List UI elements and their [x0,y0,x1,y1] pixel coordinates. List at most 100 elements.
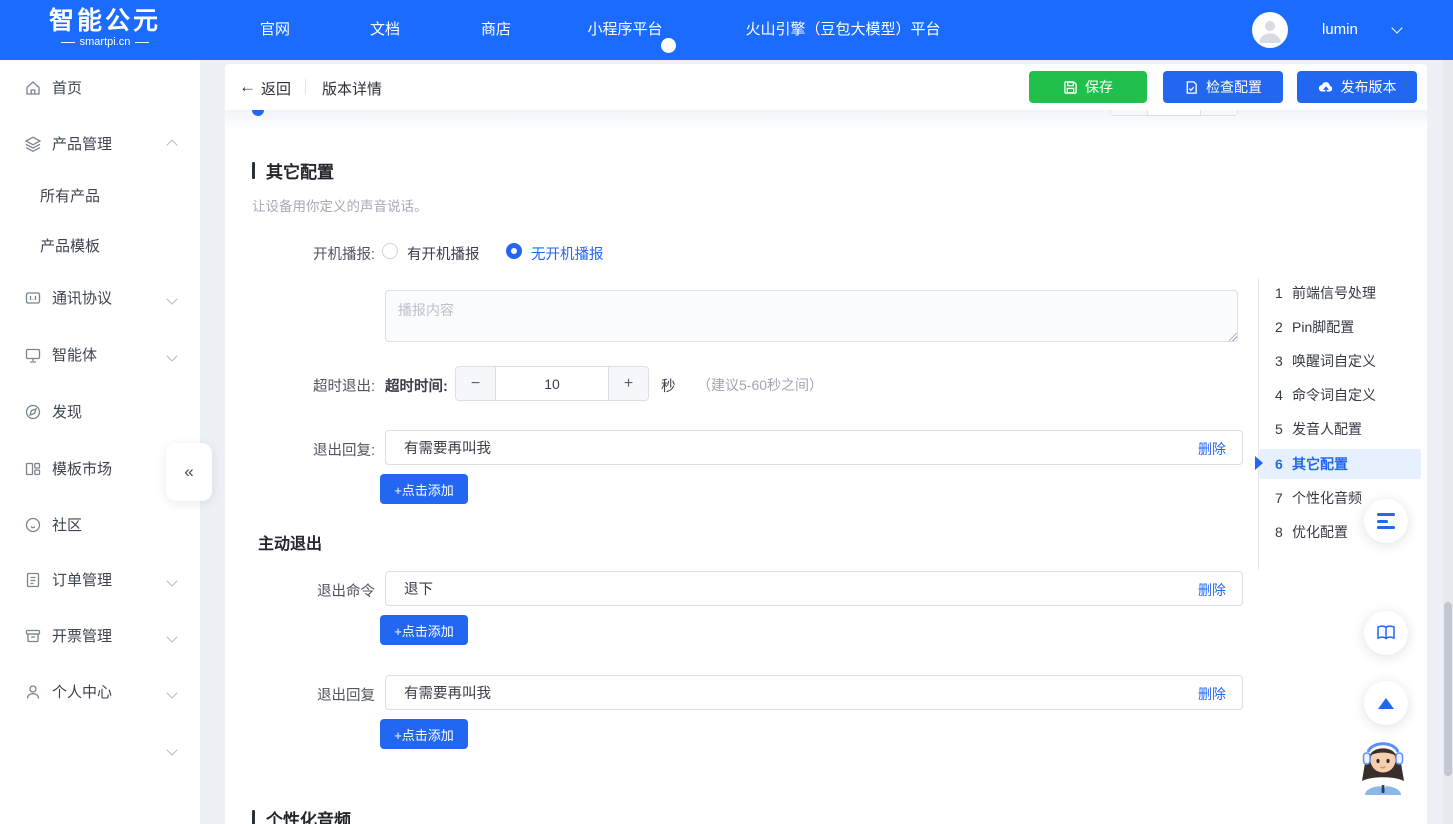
broadcast-content-textarea[interactable] [385,290,1238,342]
exit-reply-add-button[interactable]: +点击添加 [380,474,468,504]
anchor-label: 优化配置 [1292,517,1348,547]
exit-command-add-button[interactable]: +点击添加 [380,615,468,645]
chevron-down-icon[interactable] [166,744,177,755]
nav-link-miniprogram[interactable]: 小程序平台 [587,0,662,60]
chevron-down-icon[interactable] [166,293,177,304]
back-to-top-fab[interactable] [1364,681,1408,725]
list-lines-icon [1377,513,1395,529]
chevron-down-icon[interactable] [166,631,177,642]
section-bar [252,810,255,824]
back-arrow-icon[interactable]: ← [239,77,256,97]
document-check-icon [1184,80,1199,95]
indicator-dot [661,38,676,53]
chevron-up-icon[interactable] [166,139,177,150]
anchor-num: 8 [1275,517,1283,547]
compass-icon [24,403,42,421]
active-exit-reply-input[interactable] [386,676,1176,709]
exit-command-input[interactable] [386,572,1176,605]
sidebar-item-all-products[interactable]: 所有产品 [0,185,200,209]
user-avatar[interactable] [1252,12,1288,48]
nav-link-docs[interactable]: 文档 [370,0,400,60]
boot-broadcast-label: 开机播报: [225,243,375,264]
timeout-stepper: − 10 + [455,366,649,401]
radio-no-boot-broadcast[interactable] [506,243,522,259]
check-config-button[interactable]: 检查配置 [1163,71,1283,103]
sidebar-item-product-management[interactable]: 产品管理 [0,133,200,157]
anchor-item-other-config-active[interactable]: 6 其它配置 [1259,449,1421,479]
page-title: 版本详情 [322,78,382,99]
sidebar-item-communication-protocol[interactable]: 通讯协议 [0,287,200,311]
radio-has-boot-broadcast-label[interactable]: 有开机播报 [407,243,480,264]
sidebar-item-home[interactable]: 首页 [0,77,200,101]
active-exit-reply-input-box: 删除 [385,675,1243,710]
nav-link-official-site[interactable]: 官网 [260,0,290,60]
sidebar-collapse-button[interactable]: « [166,443,212,501]
stepper-minus-button[interactable]: − [456,367,496,400]
stepper-plus-button[interactable]: + [608,367,648,400]
active-exit-reply-delete-link[interactable]: 删除 [1198,684,1226,704]
sidebar-label: 模板市场 [52,458,112,482]
app-root: 智能公元 smartpi.cn 官网 文档 商店 小程序平台 火山引擎（豆包大模… [0,0,1453,824]
sidebar-label: 开票管理 [52,625,112,649]
username-label[interactable]: lumin [1322,0,1358,60]
sidebar-label: 社区 [52,514,82,538]
sidebar-item-extra[interactable] [0,738,200,762]
sidebar-item-product-templates[interactable]: 产品模板 [0,235,200,259]
exit-reply-input[interactable] [386,431,1176,464]
save-floppy-icon [1063,80,1078,95]
exit-reply-input-box: 删除 [385,430,1243,465]
radio-no-boot-broadcast-label[interactable]: 无开机播报 [531,243,604,264]
chevron-down-icon[interactable] [166,350,177,361]
exit-command-input-box: 删除 [385,571,1243,606]
sidebar-item-community[interactable]: 社区 [0,514,200,538]
person-icon [1255,15,1285,45]
anchor-label: 前端信号处理 [1292,278,1376,308]
docs-book-fab[interactable] [1364,611,1408,655]
open-book-icon [1376,624,1396,642]
timeout-time-label: 超时时间: [385,375,448,396]
protocol-board-icon [24,289,42,307]
page-scrollbar-thumb[interactable] [1444,602,1452,776]
anchor-num: 4 [1275,380,1283,410]
nav-link-volcano-platform[interactable]: 火山引擎（豆包大模型）平台 [745,0,940,60]
anchor-label: 发音人配置 [1292,414,1362,444]
template-market-icon [24,460,42,478]
sidebar-item-discover[interactable]: 发现 [0,401,200,425]
logo-dash-right [135,42,149,43]
anchor-menu-fab[interactable] [1364,499,1408,543]
anchor-item-wakeword[interactable]: 3 唤醒词自定义 [1259,346,1421,376]
publish-version-button[interactable]: 发布版本 [1297,71,1417,103]
assistant-mascot[interactable] [1351,733,1415,797]
exit-command-delete-link[interactable]: 删除 [1198,580,1226,600]
active-exit-reply-add-button[interactable]: +点击添加 [380,719,468,749]
exit-command-label: 退出命令 [225,580,375,601]
sidebar-item-order-management[interactable]: 订单管理 [0,569,200,593]
brand-logo[interactable]: 智能公元 smartpi.cn [40,7,170,49]
radio-has-boot-broadcast[interactable] [382,243,398,259]
sidebar-item-personal-center[interactable]: 个人中心 [0,681,200,705]
user-icon [24,683,42,701]
sidebar-item-invoice-management[interactable]: 开票管理 [0,625,200,649]
sidebar-item-agent[interactable]: 智能体 [0,344,200,368]
brand-domain-row: smartpi.cn [40,35,170,49]
page-header: ← 返回 版本详情 保存 检查配置 [225,64,1427,110]
top-navbar: 智能公元 smartpi.cn 官网 文档 商店 小程序平台 火山引擎（豆包大模… [0,0,1453,60]
anchor-item-speaker-config[interactable]: 5 发音人配置 [1259,414,1421,444]
chevron-down-icon[interactable] [166,687,177,698]
anchor-item-command-words[interactable]: 4 命令词自定义 [1259,380,1421,410]
anchor-label: 命令词自定义 [1292,380,1376,410]
nav-link-store[interactable]: 商店 [481,0,511,60]
timeout-unit: 秒 [661,375,676,396]
stepper-value[interactable]: 10 [496,367,608,400]
exit-reply-delete-link[interactable]: 删除 [1198,439,1226,459]
anchor-item-frontend-signal[interactable]: 1 前端信号处理 [1259,278,1421,308]
user-menu-chevron-down-icon[interactable] [1391,22,1402,33]
sidebar-label: 发现 [52,401,82,425]
chevron-down-icon[interactable] [166,575,177,586]
textarea-resize-handle[interactable] [1229,333,1237,341]
sidebar-label: 首页 [52,77,82,101]
anchor-item-pin-config[interactable]: 2 Pin脚配置 [1259,312,1421,342]
save-button[interactable]: 保存 [1029,71,1147,103]
sidebar-label: 订单管理 [52,569,112,593]
back-button[interactable]: 返回 [261,78,291,99]
